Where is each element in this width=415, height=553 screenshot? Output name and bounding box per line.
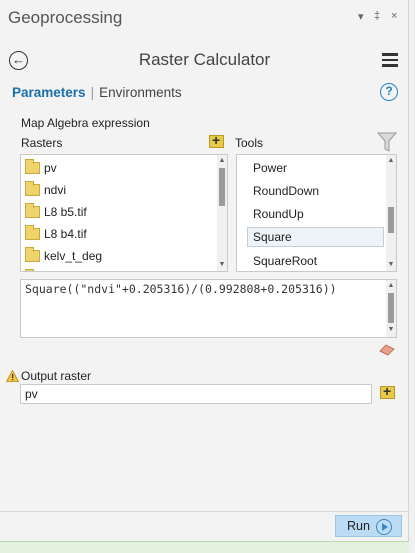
scroll-down-icon[interactable]: ▼: [217, 260, 227, 270]
list-item[interactable]: ndvi: [21, 179, 216, 201]
raster-name: kelv_t_deg: [44, 249, 103, 263]
geoprocessing-pane: Geoprocessing ▾ ‡ × Raster Calculator ← …: [0, 0, 409, 553]
raster-layer-icon: [25, 181, 40, 196]
tool-name: Square: [253, 230, 292, 244]
warning-icon: [6, 370, 19, 382]
raster-layer-icon: [25, 159, 40, 174]
footer-divider: [0, 511, 409, 512]
menu-icon[interactable]: [382, 53, 398, 67]
tool-title: Raster Calculator: [138, 50, 271, 69]
tool-name: SquareRoot: [253, 254, 318, 268]
pane-title: Geoprocessing: [8, 8, 123, 27]
pane-titlebar: Geoprocessing ▾ ‡ ×: [0, 0, 409, 36]
tab-bar: Parameters | Environments: [12, 85, 182, 103]
raster-layer-icon: [25, 247, 40, 262]
scroll-up-icon[interactable]: ▲: [386, 281, 396, 291]
browse-output-icon[interactable]: [380, 383, 395, 399]
raster-name: pv: [44, 161, 57, 175]
list-item[interactable]: L8 b5.tif: [21, 201, 216, 223]
tool-header: Raster Calculator ←: [0, 44, 409, 76]
raster-layer-icon: [25, 203, 40, 218]
scroll-thumb[interactable]: [219, 168, 225, 206]
tools-label: Tools: [235, 136, 264, 150]
tools-list[interactable]: Power RoundDown RoundUp Square SquareRoo…: [236, 154, 397, 272]
status-strip: [0, 541, 409, 553]
pane-options-icon[interactable]: ▾: [358, 10, 364, 23]
tab-divider: |: [90, 85, 95, 100]
eraser-icon[interactable]: [379, 344, 395, 356]
scroll-thumb[interactable]: [388, 207, 394, 233]
list-item[interactable]: kelv_t_deg: [21, 245, 216, 267]
scroll-up-icon[interactable]: ▲: [217, 156, 227, 166]
tab-parameters[interactable]: Parameters: [12, 85, 86, 100]
list-item: [21, 267, 216, 271]
raster-layer-icon: [25, 225, 40, 240]
close-icon[interactable]: ×: [391, 10, 397, 22]
scroll-up-icon[interactable]: ▲: [386, 156, 396, 166]
tab-environments[interactable]: Environments: [99, 85, 182, 100]
raster-name: ndvi: [44, 183, 67, 197]
raster-name: L8 b4.tif: [44, 227, 87, 241]
list-item[interactable]: pv: [21, 157, 216, 179]
filter-icon[interactable]: [377, 131, 397, 153]
run-button[interactable]: Run: [335, 515, 402, 537]
raster-name: L8 b5.tif: [44, 205, 87, 219]
list-item[interactable]: L8 b4.tif: [21, 223, 216, 245]
map-algebra-label: Map Algebra expression: [21, 116, 150, 130]
help-icon[interactable]: ?: [380, 83, 398, 101]
rasters-list[interactable]: pv ndvi L8 b5.tif L8 b4.tif kelv_t_deg ▲…: [20, 154, 228, 272]
scroll-thumb[interactable]: [388, 293, 394, 323]
list-item[interactable]: RoundUp: [247, 203, 385, 225]
tools-scrollbar[interactable]: ▲ ▼: [386, 155, 396, 271]
tool-name: Power: [253, 161, 288, 175]
back-arrow-icon[interactable]: ←: [9, 51, 28, 70]
run-label: Run: [347, 519, 370, 533]
expression-scrollbar[interactable]: ▲ ▼: [386, 280, 396, 337]
tool-name: RoundUp: [253, 207, 304, 221]
expression-input[interactable]: Square(("ndvi"+0.205316)/(0.992808+0.205…: [20, 279, 397, 338]
rasters-label: Rasters: [21, 136, 63, 150]
add-raster-icon[interactable]: [209, 132, 224, 148]
list-item[interactable]: RoundDown: [247, 180, 385, 202]
output-raster-label: Output raster: [21, 369, 92, 383]
scroll-down-icon[interactable]: ▼: [386, 325, 396, 335]
list-item-selected[interactable]: Square: [247, 227, 384, 247]
output-raster-field[interactable]: [20, 384, 372, 404]
expression-text: Square(("ndvi"+0.205316)/(0.992808+0.205…: [25, 282, 337, 296]
pin-icon[interactable]: ‡: [374, 10, 380, 22]
list-item[interactable]: SquareRoot: [247, 250, 385, 271]
list-item[interactable]: Power: [247, 157, 385, 179]
scroll-down-icon[interactable]: ▼: [386, 260, 396, 270]
play-icon: [376, 519, 392, 535]
tool-name: RoundDown: [253, 184, 320, 198]
rasters-scrollbar[interactable]: ▲ ▼: [217, 155, 227, 271]
